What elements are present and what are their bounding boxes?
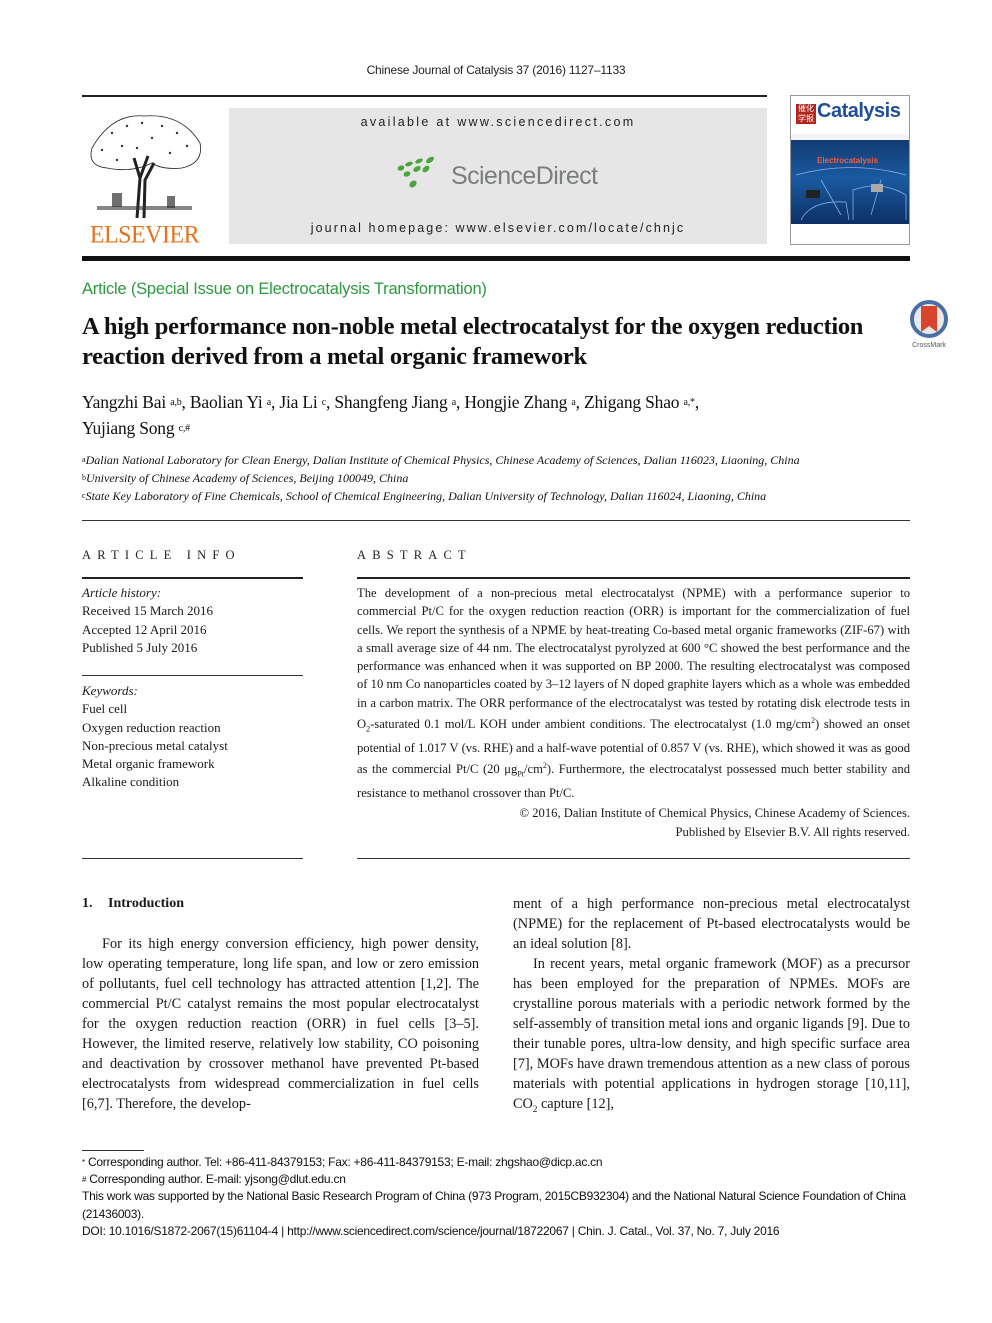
- author[interactable]: Yangzhi Bai a,b,: [82, 392, 190, 412]
- divider: [82, 675, 303, 676]
- paragraph: ment of a high performance non-precious …: [513, 896, 910, 952]
- history-published: Published 5 July 2016: [82, 639, 198, 655]
- footnote-rule: [82, 1150, 144, 1151]
- cover-artwork: [791, 140, 909, 226]
- divider: [82, 858, 303, 859]
- sciencedirect-logo[interactable]: ScienceDirect: [395, 155, 605, 197]
- keyword: Metal organic framework: [82, 756, 215, 772]
- article-history: Article history: Received 15 March 2016 …: [82, 584, 303, 657]
- author[interactable]: Yujiang Song c,#: [82, 418, 190, 438]
- footnotes: * Corresponding author. Tel: +86-411-843…: [82, 1154, 910, 1240]
- elsevier-wordmark: ELSEVIER: [89, 221, 200, 249]
- abstract-heading: ABSTRACT: [357, 548, 472, 562]
- paragraph: For its high energy conversion efficienc…: [82, 936, 479, 1112]
- cover-seal-icon: 催化学报: [796, 104, 816, 124]
- funding-note: This work was supported by the National …: [82, 1189, 906, 1221]
- author[interactable]: Baolian Yi a,: [190, 392, 280, 412]
- affiliation: bUniversity of Chinese Academy of Scienc…: [82, 471, 409, 485]
- sciencedirect-leaves-icon: [395, 156, 447, 197]
- section-heading-introduction: 1. Introduction: [82, 896, 184, 911]
- keyword: Fuel cell: [82, 701, 128, 717]
- doi-line[interactable]: DOI: 10.1016/S1872-2067(15)61104-4 | htt…: [82, 1223, 910, 1240]
- journal-cover-image: 催化学报 Catalysis Electrocatalysis: [790, 95, 910, 245]
- body-column-right: ment of a high performance non-precious …: [513, 894, 910, 1119]
- header-thick-rule: [82, 256, 910, 261]
- keywords: Keywords: Fuel cell Oxygen reduction rea…: [82, 682, 303, 792]
- article-title: A high performance non-noble metal elect…: [82, 313, 864, 370]
- crossmark-label: CrossMark: [912, 342, 946, 349]
- copyright-notice: © 2016, Dalian Institute of Chemical Phy…: [519, 806, 910, 839]
- keywords-label: Keywords:: [82, 683, 138, 698]
- history-accepted: Accepted 12 April 2016: [82, 621, 207, 637]
- keyword: Alkaline condition: [82, 774, 180, 790]
- paragraph: In recent years, metal organic framework…: [513, 956, 910, 1114]
- author[interactable]: Jia Li c,: [279, 392, 334, 412]
- affiliation: cState Key Laboratory of Fine Chemicals,…: [82, 489, 767, 503]
- keyword: Non-precious metal catalyst: [82, 737, 228, 753]
- author[interactable]: Zhigang Shao a,*,: [584, 392, 699, 412]
- article-info-heading: ARTICLE INFO: [82, 548, 241, 562]
- divider: [357, 858, 910, 859]
- header-rule: [82, 95, 767, 97]
- author-list: Yangzhi Bai a,b, Baolian Yi a, Jia Li c,…: [82, 389, 882, 441]
- affiliations: aDalian National Laboratory for Clean En…: [82, 451, 922, 505]
- sciencedirect-logo-text: ScienceDirect: [451, 161, 598, 190]
- cover-footer: [791, 224, 909, 244]
- cover-title: Catalysis: [817, 100, 901, 122]
- abstract-body: The development of a non-precious metal …: [357, 586, 910, 801]
- history-label: Article history:: [82, 585, 162, 600]
- divider: [357, 577, 910, 579]
- journal-reference: Chinese Journal of Catalysis 37 (2016) 1…: [366, 63, 626, 77]
- corresponding-author-2: # Corresponding author. E-mail: yjsong@d…: [82, 1172, 346, 1187]
- divider: [82, 577, 303, 579]
- history-received: Received 15 March 2016: [82, 603, 214, 619]
- crossmark-button[interactable]: CrossMark: [907, 300, 951, 350]
- cover-header: 催化学报 Catalysis: [791, 96, 909, 134]
- body-column-left: For its high energy conversion efficienc…: [82, 934, 479, 1114]
- author[interactable]: Shangfeng Jiang a,: [334, 392, 464, 412]
- divider: [82, 520, 910, 521]
- cover-feature-text: Electrocatalysis: [817, 156, 878, 165]
- author[interactable]: Hongjie Zhang a,: [464, 392, 584, 412]
- article-type: Article (Special Issue on Electrocatalys…: [82, 280, 487, 298]
- keyword: Oxygen reduction reaction: [82, 719, 221, 735]
- crossmark-icon: CrossMark: [910, 300, 948, 349]
- journal-homepage-link[interactable]: journal homepage: www.elsevier.com/locat…: [229, 221, 767, 235]
- available-at-link[interactable]: available at www.sciencedirect.com: [229, 115, 767, 129]
- affiliation: aDalian National Laboratory for Clean En…: [82, 453, 800, 467]
- corresponding-author-1: * Corresponding author. Tel: +86-411-843…: [82, 1155, 603, 1169]
